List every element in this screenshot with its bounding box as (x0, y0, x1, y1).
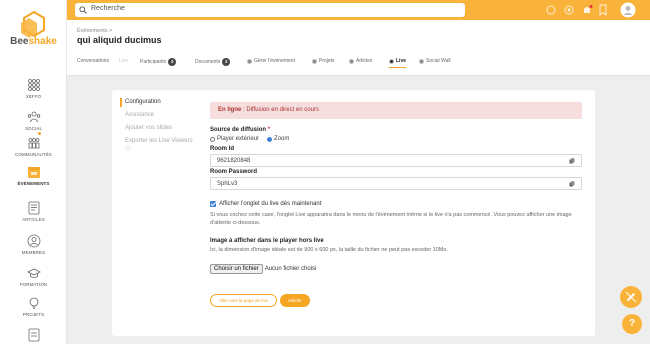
checkbox-hint: Si vous cochez cette case, l'onglet Live… (210, 212, 572, 226)
menu-item-configuration[interactable]: Configuration (120, 98, 198, 107)
article-icon (28, 201, 39, 215)
gear-icon (419, 58, 424, 64)
document-icon (28, 328, 39, 342)
tab-participants[interactable]: Participants 3 (140, 58, 177, 66)
copy-icon[interactable] (569, 181, 575, 187)
community-icon (28, 138, 39, 149)
tab-social-wall[interactable]: Social Wall (419, 58, 451, 64)
notification-dot (38, 132, 41, 135)
calendar-icon (27, 167, 40, 178)
grid-icon (27, 79, 40, 91)
avatar[interactable] (620, 2, 636, 18)
tab-conversations[interactable]: Conversations (77, 58, 109, 64)
help-floating-button[interactable]: ? (622, 314, 642, 334)
tab-live-disabled: Live (119, 58, 129, 64)
page-title: qui aliquid ducimus (77, 35, 162, 45)
live-config-form: En ligne : Diffusion en direct en cours … (210, 102, 582, 307)
breadcrumb[interactable]: Événements > (77, 28, 112, 34)
file-picker: Choisir un fichier Aucun fichier choisi (210, 257, 582, 275)
room-password-label: Room Password (210, 169, 258, 175)
graduation-icon (26, 268, 41, 278)
radio-zoom[interactable]: Zoom (267, 136, 289, 142)
search-input[interactable]: Recherche (75, 3, 465, 17)
settings-icon[interactable] (562, 3, 576, 17)
sidebar-item-articles[interactable]: ARTICLES (0, 201, 67, 222)
bulb-icon (29, 297, 38, 309)
live-status-alert: En ligne : Diffusion en direct en cours (210, 102, 582, 119)
gear-icon (389, 58, 394, 64)
tab-articles[interactable]: Articles (349, 58, 372, 64)
member-icon (27, 234, 40, 248)
sidebar-item-communautes[interactable]: COMMUNAUTÉS (0, 136, 67, 157)
edit-off-icon (625, 291, 637, 303)
question-icon: ? (628, 318, 636, 329)
bookmark-icon[interactable] (596, 3, 610, 17)
participants-badge: 3 (168, 58, 177, 66)
gear-icon (312, 58, 317, 64)
info-icon: ⓘ (125, 147, 132, 153)
documents-badge: 2 (222, 58, 231, 66)
sidebar: Beeshake XEFFO SOCIAL COMMUNAUTÉS ÉVÉNEM… (0, 0, 67, 344)
show-live-tab-checkbox[interactable]: Afficher l'onglet du live dès maintenant (210, 201, 582, 207)
choose-file-button[interactable]: Choisir un fichier (210, 264, 263, 274)
room-id-label: Room Id (210, 146, 234, 152)
tab-gerer-evenement[interactable]: Gérer l'événement (247, 58, 295, 64)
form-actions: Aller vers la page de live Valider (210, 289, 582, 307)
sidebar-item-xeffo[interactable]: XEFFO (0, 78, 67, 99)
search-icon (79, 6, 87, 14)
source-label: Source de diffusion * (210, 127, 271, 133)
users-icon (27, 111, 40, 123)
menu-item-slides[interactable]: Ajouter vos slides (120, 124, 198, 133)
sidebar-item-documents[interactable] (0, 328, 67, 342)
menu-item-export-viewers[interactable]: Exporter les Live Viewers ⓘ (120, 137, 198, 155)
gear-icon (247, 58, 252, 64)
sidebar-item-formation[interactable]: FORMATION (0, 266, 67, 287)
sidebar-item-membres[interactable]: MEMBRES (0, 234, 67, 255)
room-password-field[interactable]: SphLv3 (210, 177, 582, 190)
room-id-field[interactable]: 9621820848 (210, 154, 582, 167)
mute-floating-button[interactable] (620, 286, 642, 308)
image-label: Image à afficher dans le player hors liv… (210, 238, 324, 244)
flag-icon[interactable] (544, 3, 558, 17)
top-bar: Recherche (67, 0, 650, 20)
source-radio-group: Player extérieur Zoom (210, 136, 582, 142)
live-settings-card: Configuration Assistance Ajouter vos sli… (112, 90, 595, 336)
page-header: Événements > qui aliquid ducimus Convers… (67, 20, 650, 76)
goto-live-page-button[interactable]: Aller vers la page de live (210, 294, 278, 307)
brand-name: Beeshake (10, 36, 57, 47)
checkbox-checked-icon (210, 201, 216, 207)
image-hint: Ici, la dimension d'image idéale est de … (210, 247, 448, 253)
gear-icon (349, 58, 354, 64)
top-icons (530, 2, 640, 18)
menu-item-assistance[interactable]: Assistance (120, 111, 198, 120)
notification-icon[interactable] (580, 3, 594, 17)
copy-icon[interactable] (569, 158, 575, 164)
live-side-menu: Configuration Assistance Ajouter vos sli… (120, 98, 198, 159)
tab-documents[interactable]: Documents 2 (195, 58, 231, 66)
submit-button[interactable]: Valider (280, 294, 310, 307)
radio-external-player[interactable]: Player extérieur (210, 136, 259, 142)
sidebar-item-social[interactable]: SOCIAL (0, 110, 67, 131)
file-status: Aucun fichier choisi (264, 266, 317, 272)
tab-live[interactable]: Live (389, 58, 407, 68)
sidebar-item-projets[interactable]: PROJETS (0, 296, 67, 317)
sidebar-item-evenements[interactable]: ÉVÉNEMENTS (0, 165, 67, 186)
tab-projets[interactable]: Projets (312, 58, 335, 64)
hexagon-logo-icon (21, 10, 45, 38)
